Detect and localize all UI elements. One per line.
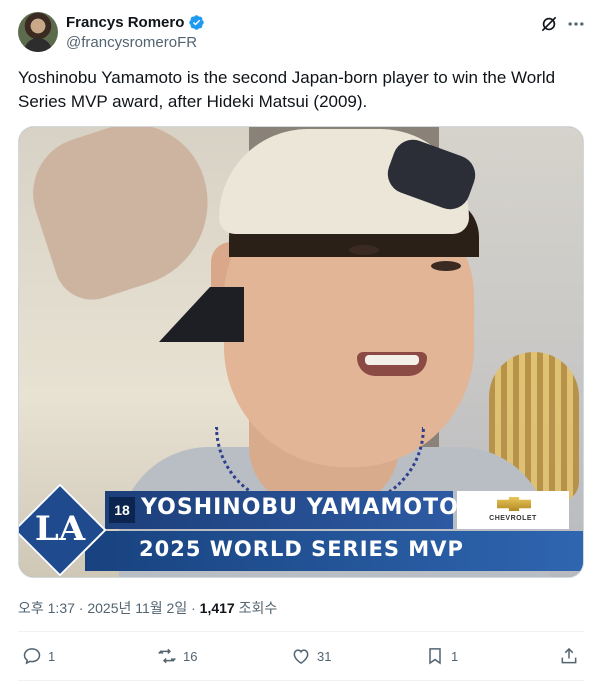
tweet-meta: 오후 1:37 · 2025년 11월 2일 · 1,417 조회수 [18, 598, 277, 618]
tweet-text: Yoshinobu Yamamoto is the second Japan-b… [18, 68, 556, 111]
bookmark-button[interactable]: 1 [425, 646, 458, 666]
sponsor-name: CHEVROLET [489, 515, 537, 522]
views-count: 1,417 [199, 600, 235, 616]
left-eye [349, 245, 379, 255]
display-name[interactable]: Francys Romero [66, 14, 184, 31]
views-label: 조회수 [234, 600, 278, 616]
player-name: YOSHINOBU YAMAMOTO [141, 495, 459, 520]
handle[interactable]: @francysromeroFR [66, 34, 197, 51]
avatar[interactable] [18, 12, 58, 52]
share-icon [561, 647, 577, 664]
right-eye [431, 261, 461, 271]
divider [18, 631, 584, 632]
team-logo-text: LA [34, 509, 86, 549]
grok-icon[interactable] [539, 14, 559, 34]
bowtie-icon [497, 497, 531, 511]
tweet-media-image[interactable]: LA 18 YOSHINOBU YAMAMOTO 2025 WORLD SERI… [18, 126, 584, 578]
like-icon [293, 649, 309, 664]
like-button[interactable]: 31 [291, 646, 331, 666]
bookmark-count: 1 [451, 648, 459, 664]
bottom-divider [18, 680, 584, 681]
repost-icon [158, 648, 176, 664]
broadcast-lower-third: LA 18 YOSHINOBU YAMAMOTO 2025 WORLD SERI… [19, 483, 583, 577]
reply-icon [23, 648, 41, 665]
more-icon[interactable] [566, 14, 586, 34]
verified-badge-icon [189, 15, 205, 30]
share-button[interactable] [559, 646, 579, 666]
reply-button[interactable]: 1 [22, 646, 55, 666]
like-count: 31 [317, 648, 332, 664]
teeth [365, 355, 419, 365]
action-bar: 1 16 31 1 [18, 642, 584, 672]
name-row: Francys Romero [66, 14, 205, 31]
reply-count: 1 [48, 648, 56, 664]
repost-button[interactable]: 16 [157, 646, 197, 666]
timestamp[interactable]: 오후 1:37 · 2025년 11월 2일 · [18, 600, 200, 616]
jersey-number: 18 [109, 497, 135, 523]
bookmark-icon [429, 648, 441, 665]
mvp-caption: 2025 WORLD SERIES MVP [139, 537, 464, 561]
tweet-header: Francys Romero @francysromeroFR [18, 12, 586, 52]
repost-count: 16 [183, 648, 198, 664]
sponsor-logo: CHEVROLET [457, 491, 569, 529]
